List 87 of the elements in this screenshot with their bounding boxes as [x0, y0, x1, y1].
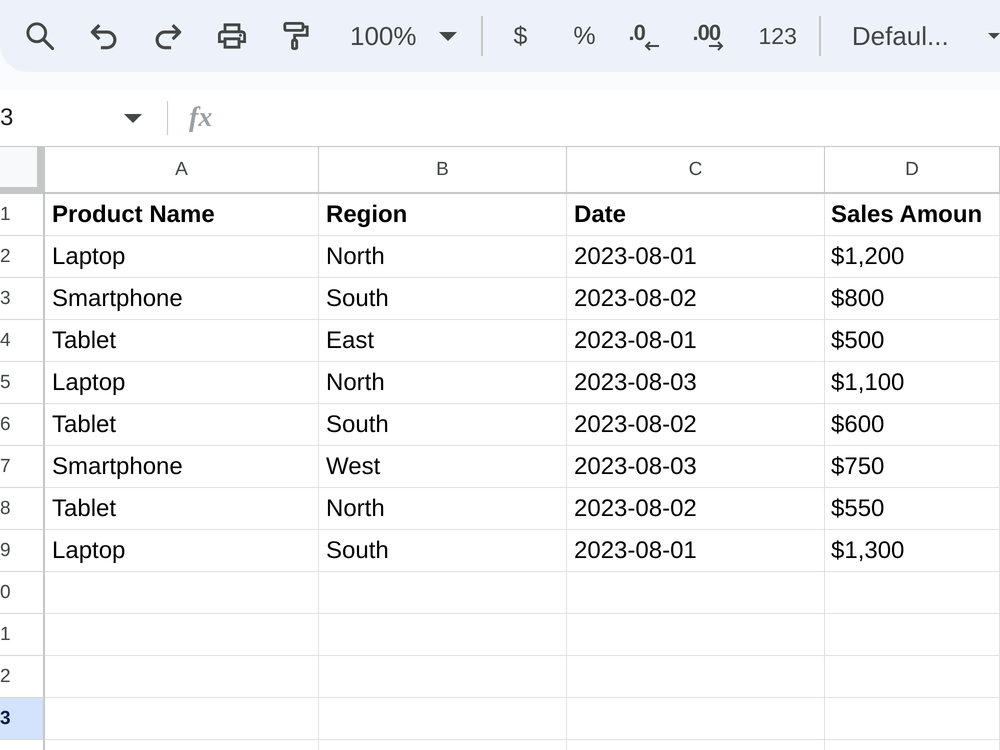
row-header[interactable]: 1 [0, 194, 45, 236]
table-cell[interactable]: North [319, 362, 567, 404]
table-cell[interactable]: South [319, 404, 567, 446]
redo-icon [154, 22, 182, 50]
table-cell[interactable]: 2023-08-02 [567, 404, 825, 446]
empty-cell[interactable] [567, 698, 825, 740]
caret-icon [438, 32, 456, 40]
table-cell[interactable]: Laptop [45, 236, 319, 278]
table-cell[interactable]: North [319, 488, 567, 530]
right-arrow-icon [708, 40, 724, 50]
percent-format-button[interactable]: % [564, 16, 604, 56]
table-cell[interactable]: North [319, 236, 567, 278]
table-cell[interactable]: South [319, 530, 567, 572]
table-cell[interactable]: Smartphone [45, 278, 319, 320]
empty-cell[interactable] [319, 698, 567, 740]
table-cell[interactable]: $1,200 [825, 236, 1000, 278]
table-cell[interactable]: Laptop [45, 362, 319, 404]
caret-icon [988, 33, 1000, 39]
column-header[interactable]: A [45, 147, 319, 194]
table-cell[interactable]: 2023-08-02 [567, 488, 825, 530]
empty-cell[interactable] [45, 614, 319, 656]
empty-cell[interactable] [45, 656, 319, 698]
left-arrow-icon [644, 40, 660, 50]
empty-cell[interactable] [825, 698, 1000, 740]
row-header[interactable]: 5 [0, 362, 45, 404]
table-cell[interactable]: $550 [825, 488, 1000, 530]
table-cell[interactable]: $600 [825, 404, 1000, 446]
row-header[interactable]: 1 [0, 614, 45, 656]
table-cell[interactable]: Tablet [45, 320, 319, 362]
table-cell[interactable]: $1,300 [825, 530, 1000, 572]
empty-cell[interactable] [567, 572, 825, 614]
table-cell[interactable]: Tablet [45, 488, 319, 530]
table-cell[interactable]: $500 [825, 320, 1000, 362]
font-dropdown[interactable]: Defaul... [836, 16, 1000, 56]
table-cell[interactable]: $800 [825, 278, 1000, 320]
paint-roller-icon [282, 22, 310, 50]
table-cell[interactable]: Product Name [45, 194, 319, 236]
undo-icon [90, 22, 118, 50]
table-cell[interactable]: Laptop [45, 530, 319, 572]
empty-cell[interactable] [319, 572, 567, 614]
row-header[interactable]: 0 [0, 572, 45, 614]
print-icon [218, 22, 246, 50]
table-cell[interactable]: Region [319, 194, 567, 236]
decrease-decimal-button[interactable]: .0 [628, 16, 668, 56]
zoom-dropdown[interactable]: 100% [340, 16, 462, 56]
empty-cell[interactable] [825, 656, 1000, 698]
table-cell[interactable]: 2023-08-03 [567, 446, 825, 488]
table-cell[interactable]: $750 [825, 446, 1000, 488]
column-header[interactable]: B [319, 147, 567, 194]
search-icon [26, 22, 54, 50]
empty-cell[interactable] [567, 614, 825, 656]
row-header[interactable]: 7 [0, 446, 45, 488]
table-cell[interactable]: 2023-08-01 [567, 320, 825, 362]
column-header[interactable]: C [567, 147, 825, 194]
table-cell[interactable]: Tablet [45, 404, 319, 446]
table-cell[interactable]: 2023-08-03 [567, 362, 825, 404]
table-cell[interactable]: 2023-08-01 [567, 530, 825, 572]
empty-cell[interactable] [825, 572, 1000, 614]
row-header[interactable]: 4 [0, 320, 45, 362]
row-header[interactable]: 2 [0, 236, 45, 278]
empty-cell[interactable] [319, 656, 567, 698]
row-header[interactable]: 6 [0, 404, 45, 446]
row-header[interactable]: 3 [0, 278, 45, 320]
function-label: fx [189, 102, 212, 134]
table-cell[interactable]: East [319, 320, 567, 362]
increase-decimal-button[interactable]: .00 [692, 16, 732, 56]
table-cell[interactable]: West [319, 446, 567, 488]
name-box[interactable]: 3 [0, 96, 150, 140]
table-cell[interactable]: Smartphone [45, 446, 319, 488]
currency-format-button[interactable]: $ [500, 16, 540, 56]
column-header[interactable]: D [825, 147, 1000, 194]
table-cell[interactable]: $1,100 [825, 362, 1000, 404]
table-cell[interactable]: 2023-08-02 [567, 278, 825, 320]
table-cell[interactable]: South [319, 278, 567, 320]
table-cell[interactable]: Date [567, 194, 825, 236]
caret-icon [124, 114, 142, 122]
table-cell[interactable]: Sales Amoun [825, 194, 1000, 236]
row-header[interactable]: 3 [0, 698, 45, 740]
select-all-corner[interactable] [0, 147, 45, 194]
row-header[interactable]: 8 [0, 488, 45, 530]
table-cell[interactable]: 2023-08-01 [567, 236, 825, 278]
number-format-button[interactable]: 123 [752, 16, 803, 56]
empty-cell[interactable] [45, 572, 319, 614]
row-header[interactable]: 9 [0, 530, 45, 572]
empty-cell[interactable] [825, 614, 1000, 656]
empty-cell[interactable] [319, 614, 567, 656]
empty-cell[interactable] [567, 656, 825, 698]
